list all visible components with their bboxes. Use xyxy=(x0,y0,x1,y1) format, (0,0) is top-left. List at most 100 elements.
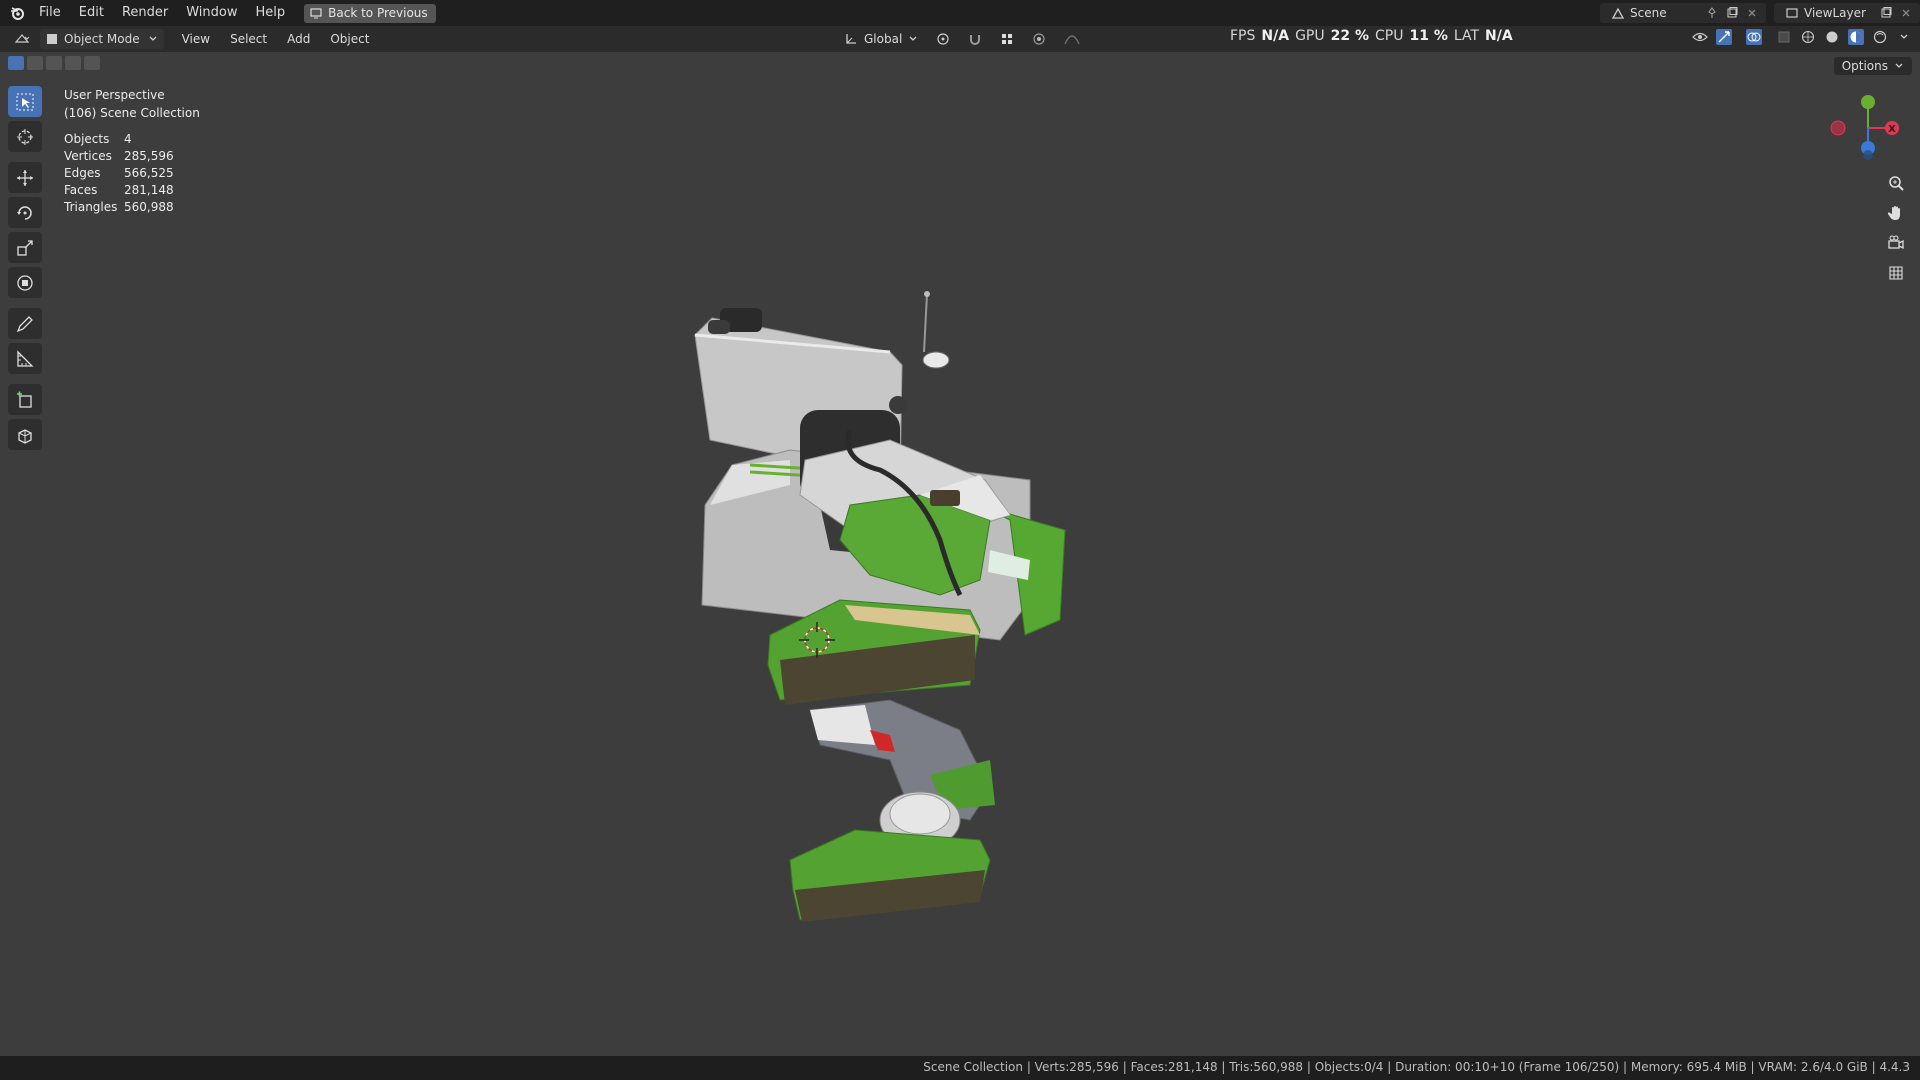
stat-key: Triangles xyxy=(64,200,118,214)
pan-hand-icon[interactable] xyxy=(1885,202,1907,224)
gizmo-neg-z-icon[interactable] xyxy=(1863,150,1873,160)
perspective-toggle-icon[interactable] xyxy=(1885,262,1907,284)
object-mode-icon xyxy=(47,34,57,44)
menu-edit[interactable]: Edit xyxy=(70,0,113,26)
proportional-editing-toggle[interactable] xyxy=(1026,29,1052,49)
wireframe-shading-icon[interactable] xyxy=(1800,29,1816,45)
falloff-dropdown[interactable] xyxy=(1058,29,1086,49)
cpu-label: CPU xyxy=(1375,28,1404,44)
pivot-point-dropdown[interactable] xyxy=(930,29,956,49)
stat-row: Faces 281,148 xyxy=(64,183,174,200)
stat-value: 566,525 xyxy=(124,166,174,180)
status-bar: Scene Collection | Verts:285,596 | Faces… xyxy=(0,1056,1920,1080)
scene-statistics: Objects 4 Vertices 285,596 Edges 566,525 Fa… xyxy=(64,132,174,217)
view-name: User Perspective xyxy=(64,88,165,102)
menu-object[interactable]: Object xyxy=(320,26,379,52)
blender-logo-icon[interactable] xyxy=(4,0,30,26)
menu-file[interactable]: File xyxy=(30,0,70,26)
cpu-value: 11 % xyxy=(1409,28,1448,44)
pivot-icon xyxy=(937,33,949,45)
add-cube-icon xyxy=(17,391,32,408)
performance-overlay: FPS N/A GPU 22 % CPU 11 % LAT N/A xyxy=(1230,26,1513,46)
overlays-toggle-icon[interactable] xyxy=(1746,29,1762,45)
viewport-info: User Perspective (106) Scene Collection xyxy=(64,86,200,122)
tool-add-cube[interactable] xyxy=(8,384,42,415)
navigation-gizmo[interactable]: X xyxy=(1820,90,1910,170)
tool-move[interactable] xyxy=(8,162,42,193)
menu-select[interactable]: Select xyxy=(220,26,277,52)
gizmo-toggle-icon[interactable] xyxy=(1716,29,1732,45)
tool-scale[interactable] xyxy=(8,232,42,263)
menu-view[interactable]: View xyxy=(172,26,220,52)
lat-label: LAT xyxy=(1453,28,1480,44)
menu-help[interactable]: Help xyxy=(247,0,295,26)
gizmo-y-icon[interactable] xyxy=(1861,95,1875,109)
tool-rotate[interactable] xyxy=(8,197,42,228)
gizmo-x-label: X xyxy=(1888,124,1896,135)
transform-controls: Global xyxy=(838,29,1086,49)
camera-view-icon[interactable] xyxy=(1885,232,1907,254)
delete-scene-icon[interactable] xyxy=(1744,5,1760,21)
collection-name: (106) Scene Collection xyxy=(64,106,200,120)
lat-value: N/A xyxy=(1485,28,1513,44)
move-arrows-icon xyxy=(17,169,33,186)
gizmo-neg-x-icon[interactable] xyxy=(1830,120,1846,136)
pencil-icon xyxy=(16,315,33,332)
back-to-previous-label: Back to Previous xyxy=(328,6,428,20)
snap-target-dropdown[interactable] xyxy=(994,29,1020,49)
tool-select-box[interactable] xyxy=(8,86,42,117)
tool-transform[interactable] xyxy=(8,267,42,298)
ruler-icon xyxy=(17,349,34,367)
tool-cursor[interactable] xyxy=(8,121,42,152)
tool-extrude[interactable] xyxy=(8,419,42,450)
scene-selector[interactable]: Scene xyxy=(1600,3,1766,23)
magnet-icon xyxy=(970,35,981,45)
view-layer-selector[interactable]: ViewLayer xyxy=(1774,3,1920,23)
scene-name[interactable]: Scene xyxy=(1626,6,1700,20)
visibility-icon[interactable] xyxy=(1692,29,1708,45)
back-to-previous-button[interactable]: Back to Previous xyxy=(304,3,436,23)
menu-add[interactable]: Add xyxy=(277,26,320,52)
solid-shading-icon[interactable] xyxy=(1824,29,1840,45)
delete-view-layer-icon[interactable] xyxy=(1898,5,1914,21)
screen-icon xyxy=(310,8,322,19)
new-scene-icon[interactable] xyxy=(1724,5,1740,21)
robot-leg-model[interactable] xyxy=(690,290,1090,930)
axes-icon xyxy=(846,34,856,44)
select-cursor-icon xyxy=(16,93,34,110)
select-subtract-mode-button[interactable] xyxy=(46,56,62,70)
xray-toggle-icon[interactable] xyxy=(1776,29,1792,45)
tool-measure[interactable] xyxy=(8,343,42,374)
options-dropdown[interactable]: Options xyxy=(1833,57,1912,75)
chevron-down-icon xyxy=(909,36,917,41)
zoom-icon[interactable] xyxy=(1885,172,1907,194)
select-intersect-mode-button[interactable] xyxy=(84,56,100,70)
view-layer-name[interactable]: ViewLayer xyxy=(1800,6,1874,20)
select-invert-mode-button[interactable] xyxy=(65,56,81,70)
stat-value: 281,148 xyxy=(124,183,174,197)
select-new-mode-button[interactable] xyxy=(8,56,24,70)
gpu-value: 22 % xyxy=(1330,28,1369,44)
stat-row: Vertices 285,596 xyxy=(64,149,174,166)
menu-window[interactable]: Window xyxy=(177,0,246,26)
stat-key: Edges xyxy=(64,166,101,180)
mode-dropdown[interactable]: Object Mode xyxy=(40,29,164,49)
transform-orientation-dropdown[interactable]: Global xyxy=(838,29,924,49)
material-preview-icon[interactable] xyxy=(1848,29,1864,45)
select-extend-mode-button[interactable] xyxy=(27,56,43,70)
menu-render[interactable]: Render xyxy=(113,0,177,26)
shading-options-chevron-icon[interactable] xyxy=(1896,29,1912,45)
pin-icon[interactable] xyxy=(1704,5,1720,21)
stat-row: Objects 4 xyxy=(64,132,174,149)
new-view-layer-icon[interactable] xyxy=(1878,5,1894,21)
scene-icon xyxy=(1610,5,1626,21)
stat-key: Vertices xyxy=(64,149,112,163)
rendered-shading-icon[interactable] xyxy=(1872,29,1888,45)
tool-annotate[interactable] xyxy=(8,308,42,339)
rotate-icon xyxy=(17,205,32,220)
stat-row: Triangles 560,988 xyxy=(64,200,174,217)
editor-type-dropdown[interactable] xyxy=(8,29,36,49)
chevron-down-icon xyxy=(1895,63,1903,68)
snap-toggle[interactable] xyxy=(962,29,988,49)
3d-viewport-icon xyxy=(14,34,30,43)
